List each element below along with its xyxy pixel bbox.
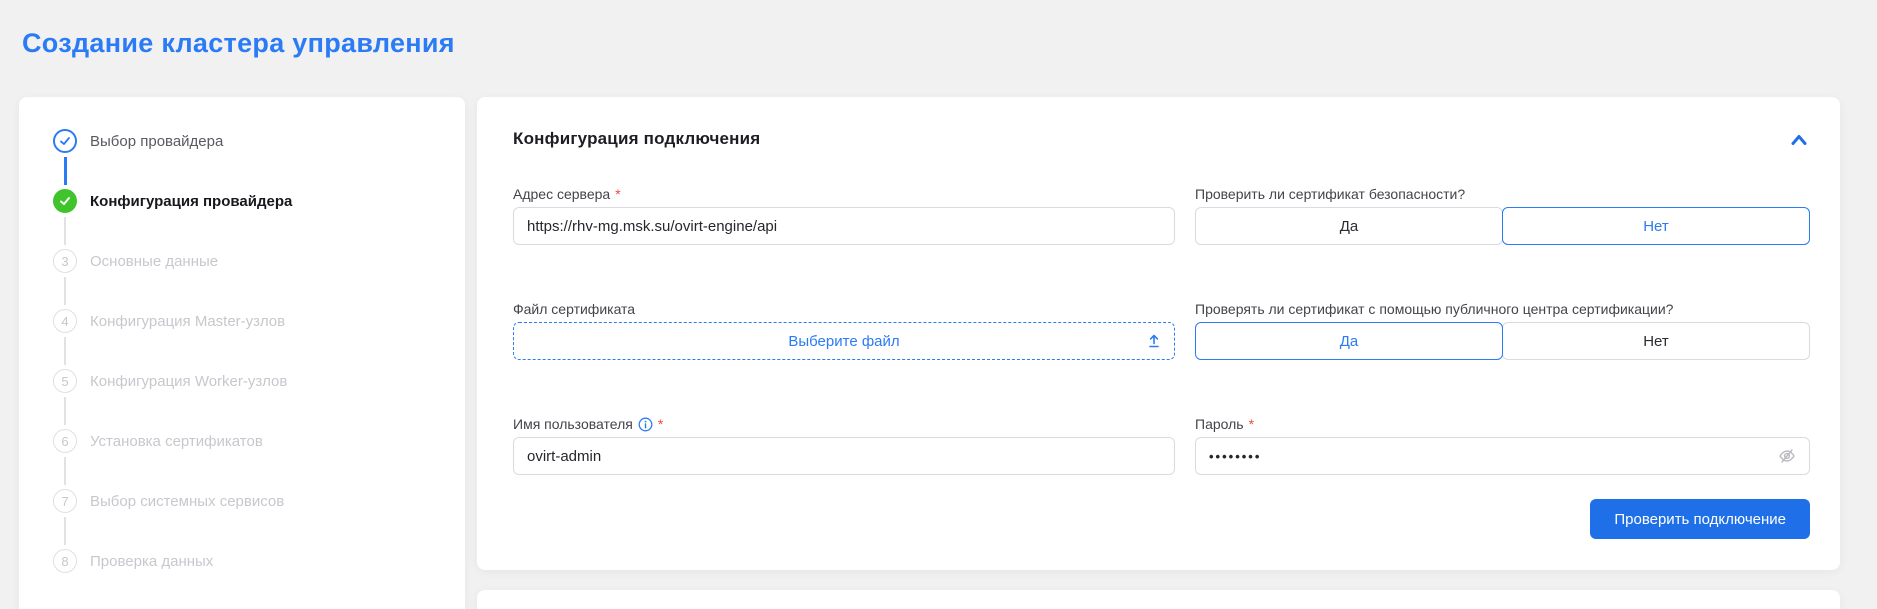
step-connector <box>64 217 66 245</box>
step-label: Установка сертификатов <box>90 432 263 450</box>
password-label: Пароль * <box>1195 416 1255 432</box>
step-connector <box>64 397 66 425</box>
server-address-group: Адрес сервера * <box>513 185 1175 245</box>
choose-file-button[interactable]: Выберите файл <box>788 333 899 350</box>
verify-cert-toggle: Да Нет <box>1195 207 1810 245</box>
step-label: Выбор системных сервисов <box>90 492 285 510</box>
verify-public-ca-group: Проверять ли сертификат с помощью публич… <box>1195 300 1810 360</box>
verify-cert-label: Проверить ли сертификат безопасности? <box>1195 186 1466 202</box>
stepper-step-master-nodes[interactable]: 4 Конфигурация Master-узлов <box>53 309 445 333</box>
username-input[interactable] <box>513 437 1175 475</box>
stepper-step-data-check[interactable]: 8 Проверка данных <box>53 549 445 573</box>
password-input[interactable] <box>1195 437 1810 475</box>
step-label: Конфигурация провайдера <box>90 192 293 210</box>
step-number: 8 <box>53 549 77 573</box>
password-group: Пароль * <box>1195 415 1810 475</box>
step-connector <box>64 457 66 485</box>
step-connector <box>64 277 66 305</box>
panel-title: Конфигурация подключения <box>513 129 761 148</box>
server-address-label: Адрес сервера * <box>513 186 621 202</box>
next-section-panel <box>477 590 1840 609</box>
collapse-panel-button[interactable] <box>1788 131 1810 152</box>
cert-file-label: Файл сертификата <box>513 301 636 317</box>
step-label: Основные данные <box>90 252 219 270</box>
step-number: 4 <box>53 309 77 333</box>
step-label: Проверка данных <box>90 552 214 570</box>
chevron-up-icon <box>1790 135 1808 150</box>
step-connector <box>63 157 67 185</box>
stepper-step-provider-config[interactable]: Конфигурация провайдера <box>53 189 445 213</box>
step-label: Конфигурация Master-узлов <box>90 312 286 330</box>
cert-file-group: Файл сертификата Выберите файл <box>513 300 1175 360</box>
verify-cert-yes-button[interactable]: Да <box>1195 207 1503 245</box>
verify-public-ca-yes-button[interactable]: Да <box>1195 322 1503 360</box>
step-number: 3 <box>53 249 77 273</box>
username-label: Имя пользователя * <box>513 416 664 432</box>
step-number: 7 <box>53 489 77 513</box>
verify-public-ca-no-button[interactable]: Нет <box>1502 322 1810 360</box>
test-connection-button[interactable]: Проверить подключение <box>1590 499 1810 539</box>
stepper-step-provider-choice[interactable]: Выбор провайдера <box>53 129 445 153</box>
verify-public-ca-toggle: Да Нет <box>1195 322 1810 360</box>
verify-cert-group: Проверить ли сертификат безопасности? Да… <box>1195 185 1810 245</box>
step-number: 5 <box>53 369 77 393</box>
verify-cert-no-button[interactable]: Нет <box>1502 207 1810 245</box>
cert-file-upload[interactable]: Выберите файл <box>513 322 1175 360</box>
server-address-input[interactable] <box>513 207 1175 245</box>
step-done-check-icon <box>53 129 77 153</box>
step-label: Выбор провайдера <box>90 132 224 150</box>
required-asterisk: * <box>657 416 664 432</box>
required-asterisk: * <box>1248 416 1255 432</box>
page-title: Создание кластера управления <box>22 28 455 58</box>
username-group: Имя пользователя * <box>513 415 1175 475</box>
stepper-step-system-services[interactable]: 7 Выбор системных сервисов <box>53 489 445 513</box>
verify-public-ca-label: Проверять ли сертификат с помощью публич… <box>1195 301 1674 317</box>
required-asterisk: * <box>615 186 621 202</box>
step-connector <box>64 337 66 365</box>
stepper-sidebar: Выбор провайдера Конфигурация провайдера… <box>19 97 465 609</box>
step-number: 6 <box>53 429 77 453</box>
page: Создание кластера управления Выбор прова… <box>0 0 1877 609</box>
connection-config-panel: Конфигурация подключения Адрес сервера * … <box>477 97 1840 570</box>
step-current-check-icon <box>53 189 77 213</box>
stepper-step-basic-data[interactable]: 3 Основные данные <box>53 249 445 273</box>
stepper-step-worker-nodes[interactable]: 5 Конфигурация Worker-узлов <box>53 369 445 393</box>
step-label: Конфигурация Worker-узлов <box>90 372 288 390</box>
step-connector <box>64 517 66 545</box>
upload-icon <box>1147 334 1161 349</box>
info-icon[interactable] <box>638 417 653 432</box>
stepper-step-certificates[interactable]: 6 Установка сертификатов <box>53 429 445 453</box>
eye-off-icon[interactable] <box>1777 446 1797 466</box>
